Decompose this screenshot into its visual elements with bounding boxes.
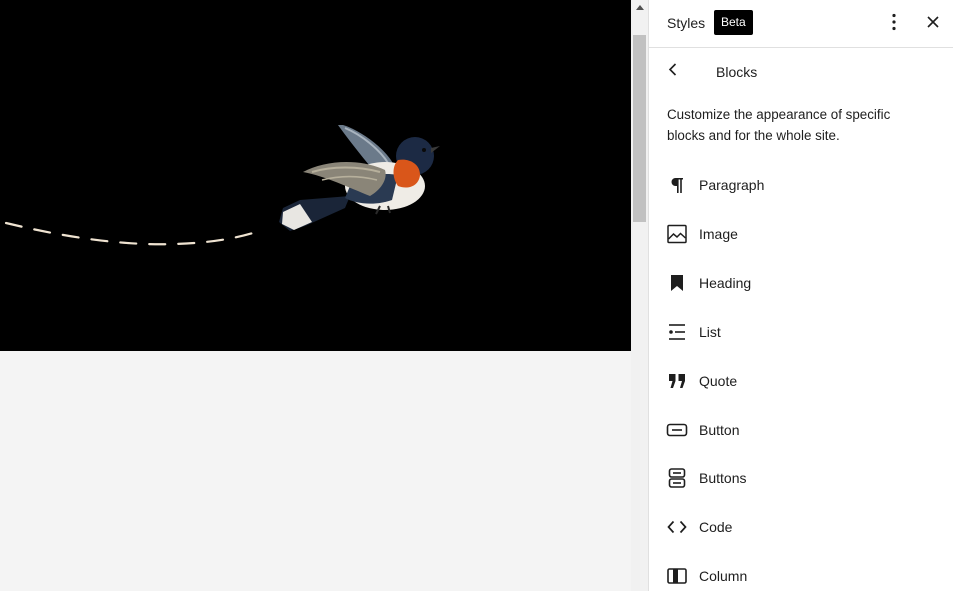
panel-title: Blocks (716, 64, 758, 80)
block-item-column[interactable]: Column (649, 551, 953, 591)
block-item-code[interactable]: Code (649, 502, 953, 551)
editor-canvas[interactable] (0, 0, 631, 591)
block-label-image: Image (699, 225, 738, 242)
button-icon (665, 418, 689, 442)
block-label-heading: Heading (699, 274, 752, 291)
block-item-buttons[interactable]: Buttons (649, 453, 953, 502)
back-button[interactable] (661, 58, 685, 82)
block-label-code: Code (699, 518, 733, 535)
image-icon (665, 222, 689, 246)
hero-cover-block[interactable] (0, 0, 631, 351)
block-item-image[interactable]: Image (649, 209, 953, 258)
canvas-scrollbar[interactable] (631, 0, 648, 591)
block-label-quote: Quote (699, 372, 738, 389)
close-sidebar-button[interactable] (921, 10, 945, 34)
code-icon (665, 515, 689, 539)
block-item-heading[interactable]: Heading (649, 258, 953, 307)
sidebar-title: Styles (667, 15, 706, 31)
sidebar-header: Styles Beta (649, 0, 953, 48)
buttons-icon (665, 466, 689, 490)
block-label-button: Button (699, 421, 740, 438)
panel-description: Customize the appearance of specific blo… (667, 107, 891, 143)
more-vertical-icon (892, 13, 896, 31)
paragraph-icon (665, 173, 689, 197)
more-options-button[interactable] (882, 10, 906, 34)
heading-icon (665, 271, 689, 295)
close-icon (927, 16, 939, 28)
column-icon (665, 564, 689, 588)
block-item-quote[interactable]: Quote (649, 356, 953, 405)
block-item-paragraph[interactable]: Paragraph (649, 160, 953, 209)
block-item-button[interactable]: Button (649, 405, 953, 454)
chevron-left-icon (668, 63, 677, 76)
block-item-list[interactable]: List (649, 307, 953, 356)
quote-icon (665, 369, 689, 393)
block-label-list: List (699, 323, 721, 340)
block-label-paragraph: Paragraph (699, 176, 765, 193)
scroll-up-arrow[interactable] (631, 0, 648, 14)
block-label-buttons: Buttons (699, 469, 747, 486)
list-icon (665, 320, 689, 344)
scrollbar-thumb[interactable] (633, 35, 646, 222)
beta-badge: Beta (714, 10, 753, 35)
bird-illustration (4, 125, 440, 246)
styles-sidebar: Styles Beta Blocks Customize the appeara… (648, 0, 953, 591)
block-label-column: Column (699, 567, 748, 584)
